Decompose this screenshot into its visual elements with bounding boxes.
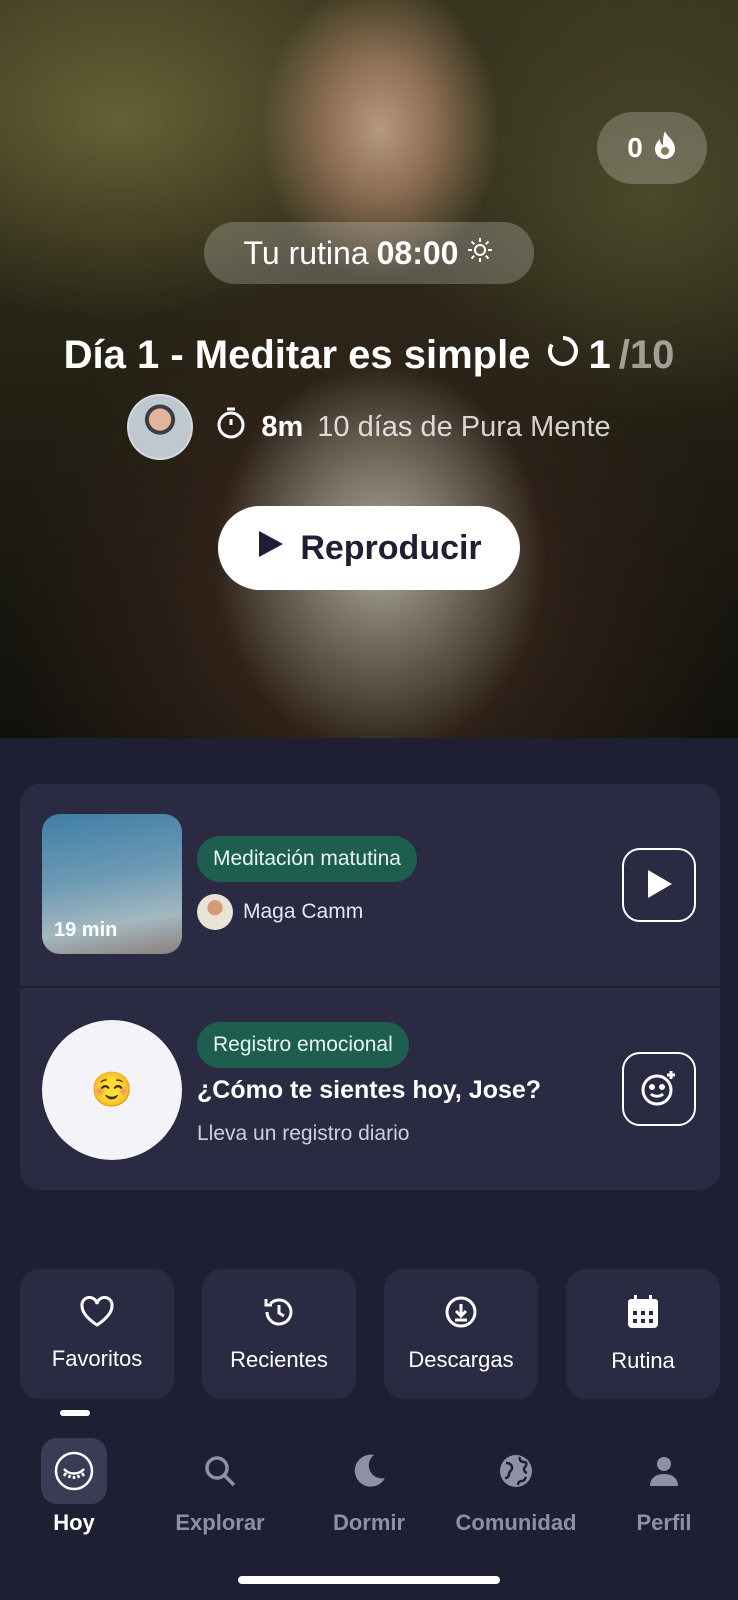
tile-descargas[interactable]: Descargas <box>384 1269 538 1399</box>
play-icon <box>644 868 674 903</box>
history-icon <box>262 1295 296 1335</box>
calendar-icon <box>626 1294 660 1336</box>
nav-label: Dormir <box>332 1510 406 1535</box>
tile-rutina[interactable]: Rutina <box>566 1269 720 1399</box>
tile-favoritos[interactable]: Favoritos <box>20 1269 174 1399</box>
session-title: Día 1 - Meditar es simple <box>63 332 531 377</box>
author-row: Maga Camm <box>197 894 363 930</box>
bottom-navigation: Hoy Explorar Dormir Comunidad Perfil <box>0 1420 738 1600</box>
nav-label: Perfil <box>636 1510 692 1535</box>
mood-tag: Registro emocional <box>197 1022 409 1068</box>
nav-perfil[interactable]: Perfil <box>594 1438 734 1558</box>
tile-recientes[interactable]: Recientes <box>202 1269 356 1399</box>
tile-label: Rutina <box>611 1348 675 1373</box>
nav-label: Comunidad <box>455 1510 577 1535</box>
progress-total: /10 <box>618 332 675 377</box>
mood-log-card[interactable]: ☺️ Registro emocional ¿Cómo te sientes h… <box>20 986 720 1188</box>
add-mood-button[interactable] <box>622 1052 696 1126</box>
hero-banner: 0 Tu rutina 08:00 Día 1 - Meditar es sim… <box>0 0 738 738</box>
play-meditation-button[interactable] <box>622 848 696 922</box>
smiley-plus-icon <box>640 1069 678 1110</box>
play-label: Reproducir <box>300 528 482 567</box>
globe-icon <box>483 1438 549 1504</box>
nav-hoy[interactable]: Hoy <box>4 1438 144 1558</box>
search-icon <box>187 1438 253 1504</box>
routine-pill[interactable]: Tu rutina 08:00 <box>204 222 534 284</box>
scroll-indicator <box>60 1410 90 1416</box>
nav-explorar[interactable]: Explorar <box>150 1438 290 1558</box>
session-duration: 8m <box>261 410 304 443</box>
session-meta: 8m 10 días de Pura Mente <box>0 394 738 460</box>
quick-access-tiles: Favoritos Recientes Descargas Rutina <box>20 1269 720 1399</box>
mood-subtitle: Lleva un registro diario <box>197 1122 410 1145</box>
meditation-tag: Meditación matutina <box>197 836 417 882</box>
session-title-row: Día 1 - Meditar es simple 1/10 <box>0 330 738 380</box>
flame-icon <box>653 130 677 167</box>
moon-icon <box>336 1438 402 1504</box>
morning-meditation-card[interactable]: 19 min Meditación matutina Maga Camm <box>20 784 720 986</box>
progress-ring-icon <box>546 333 580 378</box>
smile-emoji: ☺️ <box>90 1071 134 1109</box>
heart-icon <box>79 1295 115 1334</box>
tile-label: Recientes <box>230 1347 328 1372</box>
streak-count: 0 <box>627 132 643 163</box>
nav-comunidad[interactable]: Comunidad <box>446 1438 586 1558</box>
sun-icon <box>466 235 494 272</box>
stopwatch-icon <box>215 406 247 448</box>
author-name: Maga Camm <box>243 900 364 923</box>
tile-label: Favoritos <box>51 1346 143 1371</box>
nav-dormir[interactable]: Dormir <box>299 1438 439 1558</box>
routine-time: 08:00 <box>376 234 459 271</box>
series-name[interactable]: 10 días de Pura Mente <box>317 411 610 444</box>
suggestion-cards: 19 min Meditación matutina Maga Camm ☺️ … <box>20 784 720 1190</box>
meditation-thumbnail[interactable]: 19 min <box>42 814 182 954</box>
mood-question: ¿Cómo te sientes hoy, Jose? <box>197 1076 542 1104</box>
play-icon <box>256 529 284 568</box>
home-indicator <box>238 1576 500 1584</box>
session-progress: 1/10 <box>546 333 674 378</box>
thumbnail-duration: 19 min <box>54 919 118 941</box>
streak-badge[interactable]: 0 <box>597 112 707 184</box>
person-icon <box>631 1438 697 1504</box>
progress-current: 1 <box>588 332 611 377</box>
nav-label: Explorar <box>175 1510 265 1535</box>
download-icon <box>444 1295 478 1335</box>
teacher-avatar[interactable] <box>127 394 194 460</box>
play-button[interactable]: Reproducir <box>218 506 520 590</box>
routine-label: Tu rutina <box>243 234 369 271</box>
nav-label: Hoy <box>53 1510 95 1535</box>
mood-emoji-circle[interactable]: ☺️ <box>42 1020 182 1160</box>
author-avatar <box>197 894 233 930</box>
closed-eye-icon <box>41 1438 107 1504</box>
tile-label: Descargas <box>408 1347 514 1372</box>
